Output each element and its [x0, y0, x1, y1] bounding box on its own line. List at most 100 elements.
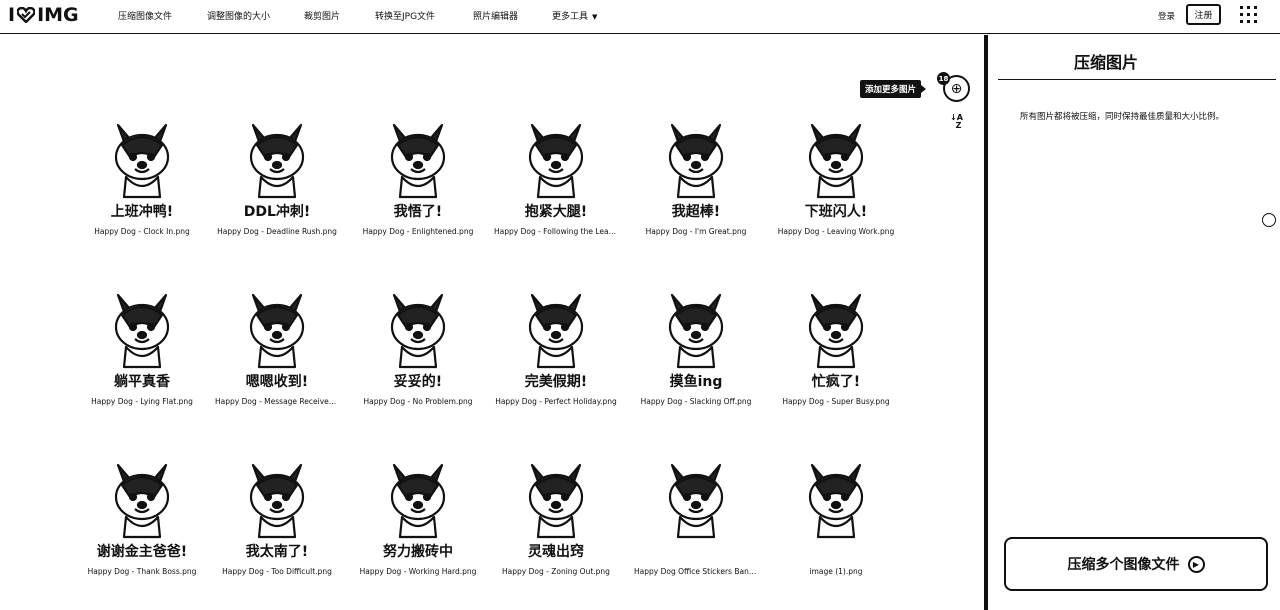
sticker-caption: 嗯嗯收到! — [245, 374, 309, 390]
file-name: Happy Dog - Leaving Work.png — [777, 227, 895, 236]
file-card[interactable]: Happy Dog Office Stickers Bann… — [634, 445, 758, 590]
file-card[interactable]: 摸鱼ing Happy Dog - Slacking Off.png — [634, 275, 754, 420]
file-card[interactable]: 我太南了! Happy Dog - Too Difficult.png — [215, 445, 335, 590]
file-name: Happy Dog - Thank Boss.png — [87, 567, 197, 576]
sticker-caption: 谢谢金主爸爸! — [96, 544, 188, 560]
file-card[interactable]: 嗯嗯收到! Happy Dog - Message Received.… — [215, 275, 339, 420]
file-name: Happy Dog - No Problem.png — [363, 397, 473, 406]
file-thumbnail: 努力搬砖中 — [364, 445, 472, 561]
file-thumbnail: DDL冲刺! — [223, 105, 331, 221]
compress-button-label: 压缩多个图像文件 — [1067, 557, 1180, 573]
options-sidebar: 压缩图片 所有图片都将被压缩，同时保持最佳质量和大小比例。 压缩多个图像文件 ▶ — [988, 35, 1280, 610]
file-name: Happy Dog - Slacking Off.png — [640, 397, 752, 406]
sticker-caption: 灵魂出窍 — [528, 544, 584, 560]
sticker-caption: 抱紧大腿! — [524, 204, 588, 220]
apps-grid-icon[interactable] — [1240, 6, 1257, 23]
file-card[interactable]: 躺平真香 Happy Dog - Lying Flat.png — [80, 275, 200, 420]
file-name: Happy Dog - Zoning Out.png — [502, 567, 610, 576]
sticker-caption: 完美假期! — [524, 374, 588, 390]
sort-az-button[interactable]: ↓A Z — [950, 114, 963, 130]
file-card[interactable]: 抱紧大腿! Happy Dog - Following the Lead… — [494, 105, 618, 250]
logo-text-left: I — [8, 4, 16, 26]
sticker-caption: 我太南了! — [245, 544, 309, 560]
file-thumbnail: 灵魂出窍 — [502, 445, 610, 561]
sidebar-description: 所有图片都将被压缩，同时保持最佳质量和大小比例。 — [1020, 112, 1225, 122]
file-name: Happy Dog Office Stickers Bann… — [634, 567, 758, 576]
sticker-caption: 上班冲鸭! — [110, 204, 174, 220]
file-card[interactable]: 完美假期! Happy Dog - Perfect Holiday.png — [494, 275, 617, 420]
file-name: Happy Dog - Deadline Rush.png — [217, 227, 337, 236]
file-name: Happy Dog - I'm Great.png — [645, 227, 747, 236]
file-name: Happy Dog - Super Busy.png — [782, 397, 890, 406]
file-card[interactable]: 我超棒! Happy Dog - I'm Great.png — [634, 105, 754, 250]
sticker-caption: 下班闪人! — [804, 204, 868, 220]
file-count-badge: 18 — [937, 72, 950, 85]
file-thumbnail: 上班冲鸭! — [88, 105, 196, 221]
nav-more-tools-label: 更多工具 — [552, 12, 589, 22]
file-name: Happy Dog - Lying Flat.png — [91, 397, 193, 406]
sticker-caption: 摸鱼ing — [669, 374, 723, 390]
file-card[interactable]: DDL冲刺! Happy Dog - Deadline Rush.png — [215, 105, 337, 250]
file-name: Happy Dog - Too Difficult.png — [222, 567, 332, 576]
file-thumbnail: 我太南了! — [223, 445, 331, 561]
add-more-tooltip: 添加更多图片 — [860, 80, 927, 98]
file-thumbnail: 忙疯了! — [782, 275, 890, 391]
file-card[interactable]: 忙疯了! Happy Dog - Super Busy.png — [774, 275, 894, 420]
file-name: Happy Dog - Following the Lead… — [494, 227, 618, 236]
sticker-caption: 努力搬砖中 — [383, 544, 453, 560]
logo[interactable]: I IMG — [8, 4, 79, 26]
file-thumbnail: 躺平真香 — [88, 275, 196, 391]
sticker-caption: 妥妥的! — [393, 374, 443, 390]
nav-crop-image[interactable]: 裁剪图片 — [304, 9, 340, 22]
nav-resize-image[interactable]: 调整图像的大小 — [207, 9, 270, 22]
sticker-caption: 我悟了! — [393, 204, 443, 220]
file-thumbnail: 抱紧大腿! — [502, 105, 610, 221]
file-workspace: 上班冲鸭! Happy Dog - Clock In.png DDL冲刺! Happy… — [0, 35, 985, 610]
file-card[interactable]: 灵魂出窍 Happy Dog - Zoning Out.png — [494, 445, 614, 590]
file-card[interactable]: 努力搬砖中 Happy Dog - Working Hard.png — [356, 445, 476, 590]
logo-text-right: IMG — [37, 4, 79, 26]
file-thumbnail: 我悟了! — [364, 105, 472, 221]
file-card[interactable]: 上班冲鸭! Happy Dog - Clock In.png — [80, 105, 200, 250]
file-thumbnail — [782, 445, 890, 561]
file-thumbnail: 下班闪人! — [782, 105, 890, 221]
signup-button[interactable]: 注册 — [1186, 4, 1221, 25]
file-card[interactable]: 妥妥的! Happy Dog - No Problem.png — [356, 275, 476, 420]
file-thumbnail: 嗯嗯收到! — [223, 275, 331, 391]
plus-icon: ⊕ — [950, 80, 963, 97]
file-name: Happy Dog - Enlightened.png — [362, 227, 474, 236]
caret-down-icon: ▼ — [592, 13, 598, 21]
heart-logo-icon — [17, 7, 36, 23]
nav-photo-editor[interactable]: 照片编辑器 — [473, 9, 518, 22]
sticker-caption: 躺平真香 — [114, 374, 170, 390]
file-name: Happy Dog - Working Hard.png — [359, 567, 477, 576]
arrow-right-circle-icon: ▶ — [1187, 555, 1205, 573]
compress-button[interactable]: 压缩多个图像文件 ▶ — [1004, 537, 1268, 591]
sticker-caption: DDL冲刺! — [243, 204, 311, 220]
file-card[interactable]: 我悟了! Happy Dog - Enlightened.png — [356, 105, 476, 250]
file-thumbnail: 我超棒! — [642, 105, 750, 221]
nav-compress-image[interactable]: 压缩图像文件 — [118, 9, 172, 22]
sort-label-z: Z — [955, 121, 962, 130]
file-thumbnail: 妥妥的! — [364, 275, 472, 391]
nav-convert-jpg[interactable]: 转换至JPG文件 — [375, 9, 435, 22]
husky-sticker-image — [668, 463, 724, 539]
husky-sticker-image — [808, 463, 864, 539]
sidebar-divider — [998, 79, 1276, 80]
file-card[interactable]: 下班闪人! Happy Dog - Leaving Work.png — [774, 105, 894, 250]
file-name: Happy Dog - Clock In.png — [94, 227, 190, 236]
file-name: image (1).png — [809, 567, 863, 576]
file-thumbnail: 完美假期! — [502, 275, 610, 391]
nav-more-tools[interactable]: 更多工具 ▼ — [552, 9, 597, 22]
file-card[interactable]: 谢谢金主爸爸! Happy Dog - Thank Boss.png — [80, 445, 200, 590]
file-thumbnail: 摸鱼ing — [642, 275, 750, 391]
sidebar-title: 压缩图片 — [1073, 53, 1138, 72]
file-card[interactable]: image (1).png — [774, 445, 894, 590]
file-thumbnail: 谢谢金主爸爸! — [88, 445, 196, 561]
login-link[interactable]: 登录 — [1158, 10, 1175, 22]
sticker-caption: 我超棒! — [671, 204, 721, 220]
help-circle-icon[interactable] — [1262, 213, 1276, 227]
sticker-caption: 忙疯了! — [811, 374, 861, 390]
file-name: Happy Dog - Perfect Holiday.png — [495, 397, 617, 406]
file-thumbnail — [642, 445, 750, 561]
